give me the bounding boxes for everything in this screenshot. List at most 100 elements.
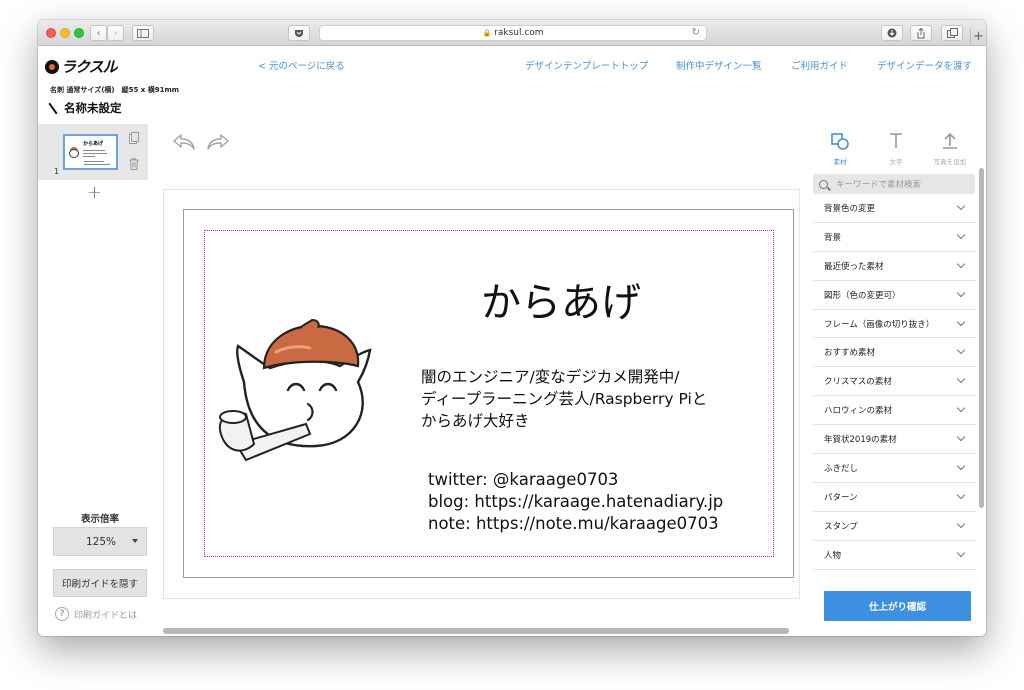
forward-nav-button[interactable]: › <box>107 25 124 41</box>
card-blog: blog: https://karaage.hatenadiary.jp <box>428 492 724 511</box>
nav-usage-guide[interactable]: ご利用ガイド <box>791 58 848 72</box>
pocket-icon <box>295 29 303 37</box>
downloads-button[interactable] <box>881 25 903 41</box>
category-label: フレーム（画像の切り抜き） <box>824 319 935 330</box>
pencil-icon <box>48 102 58 114</box>
horizontal-scrollbar[interactable] <box>163 628 789 634</box>
redo-icon[interactable] <box>206 132 230 152</box>
chevron-down-icon <box>956 230 966 240</box>
thumbnail-text-line <box>83 156 95 157</box>
thumbnail-text-line <box>84 164 110 165</box>
card-twitter: twitter: @karaage0703 <box>428 470 619 489</box>
new-tab-button[interactable]: + <box>970 28 986 46</box>
finish-preview-button[interactable]: 仕上がり確認 <box>824 591 971 621</box>
category-label: パターン <box>824 492 858 503</box>
tab-materials[interactable]: 素材 <box>813 128 867 166</box>
chevron-left-icon: ‹ <box>96 27 101 39</box>
reload-icon[interactable]: ↻ <box>692 27 700 38</box>
card-bio-line: 闇のエンジニア/変なデジカメ開発中/ <box>421 368 680 386</box>
category-item[interactable]: 図形（色の変更可） <box>813 281 976 310</box>
category-list: 背景色の変更 背景 最近使った素材 図形（色の変更可） フレーム（画像の切り抜き… <box>813 194 976 570</box>
design-title[interactable]: 名称未設定 <box>48 100 122 116</box>
thumbnail-text-line <box>83 150 105 151</box>
category-item[interactable]: 年賀状2019の素材 <box>813 425 976 455</box>
category-item[interactable]: 人物 <box>813 541 976 570</box>
tab-label: 写真を追加 <box>933 158 967 166</box>
delete-page-icon[interactable] <box>129 158 139 170</box>
close-window-button[interactable] <box>46 28 56 38</box>
download-icon <box>887 28 897 38</box>
nav-design-list[interactable]: 制作中デザイン一覧 <box>676 58 762 72</box>
chevron-down-icon <box>956 519 966 529</box>
caret-down-icon <box>132 539 138 543</box>
category-label: ハロウィンの素材 <box>824 406 893 417</box>
category-item[interactable]: おすすめ素材 <box>813 338 976 368</box>
chevron-down-icon <box>956 288 966 297</box>
category-item[interactable]: ハロウィンの素材 <box>813 396 976 426</box>
raksul-logo[interactable]: ラクスル <box>45 56 118 77</box>
category-item[interactable]: 最近使った素材 <box>813 252 976 281</box>
card-title-text[interactable]: からあげ <box>481 270 641 328</box>
page-thumbnail[interactable]: からあげ <box>63 134 118 170</box>
material-search-input[interactable]: キーワードで素材検索 <box>813 174 975 194</box>
tab-label: 文字 <box>889 158 903 166</box>
category-item[interactable]: ふきだし <box>813 454 976 483</box>
tab-text[interactable]: 文字 <box>869 128 923 166</box>
share-button[interactable] <box>910 25 932 41</box>
chevron-down-icon <box>956 259 966 269</box>
print-guide-help-link[interactable]: ? 印刷ガイドとは <box>55 607 137 621</box>
browser-window: ‹ › 🔒 raksul.com ↻ + ラクスル < 元のページに戻る デザイ… <box>38 20 986 636</box>
karaage-mascot-image[interactable] <box>214 316 394 466</box>
chevron-down-icon <box>956 461 966 471</box>
text-icon <box>890 133 902 148</box>
category-label: ふきだし <box>824 463 859 474</box>
category-label: 最近使った素材 <box>824 261 884 272</box>
search-icon <box>819 179 828 189</box>
duplicate-page-icon[interactable] <box>129 132 139 144</box>
category-item[interactable]: 背景色の変更 <box>813 194 976 223</box>
category-item[interactable]: 背景 <box>813 223 976 252</box>
category-label: スタンプ <box>824 521 858 532</box>
card-bio-line: からあげ大好き <box>421 412 530 430</box>
chevron-right-icon: › <box>113 27 118 39</box>
card-note: note: https://note.mu/karaage0703 <box>428 514 719 533</box>
back-to-previous-link[interactable]: < 元のページに戻る <box>258 58 345 72</box>
plus-icon: + <box>973 29 984 44</box>
zoom-window-button[interactable] <box>74 28 84 38</box>
page-number: 1 <box>54 167 60 176</box>
share-icon <box>917 27 925 38</box>
logo-text: ラクスル <box>61 58 118 76</box>
nav-template-top[interactable]: デザインテンプレートトップ <box>525 58 648 72</box>
category-item[interactable]: パターン <box>813 483 976 512</box>
address-bar[interactable]: 🔒 raksul.com ↻ <box>319 25 707 41</box>
asset-tabs: 素材 文字 写真を追加 <box>813 128 977 166</box>
undo-icon[interactable] <box>172 132 196 152</box>
design-title-text: 名称未設定 <box>64 101 122 115</box>
shapes-icon <box>831 133 849 150</box>
chevron-down-icon <box>956 548 966 557</box>
category-label: 背景 <box>824 232 842 243</box>
zoom-select[interactable]: 125% <box>53 527 147 556</box>
card-links[interactable]: twitter: @karaage0703 blog: https://kara… <box>428 469 723 535</box>
category-label: おすすめ素材 <box>824 348 876 359</box>
category-item[interactable]: スタンプ <box>813 512 976 541</box>
thumbnail-text-line <box>84 161 104 162</box>
question-icon: ? <box>55 607 69 621</box>
add-page-button[interactable]: + <box>87 182 102 203</box>
back-nav-button[interactable]: ‹ <box>90 25 107 41</box>
category-item[interactable]: フレーム（画像の切り抜き） <box>813 310 976 339</box>
zoom-value: 125% <box>86 535 117 548</box>
category-item[interactable]: クリスマスの素材 <box>813 367 976 397</box>
lock-icon: 🔒 <box>482 29 492 37</box>
minimize-window-button[interactable] <box>60 28 70 38</box>
category-label: 年賀状2019の素材 <box>824 435 897 446</box>
tabs-overview-button[interactable] <box>941 25 963 41</box>
pocket-button[interactable] <box>288 25 310 41</box>
card-bio[interactable]: 闇のエンジニア/変なデジカメ開発中/ ディープラーニング芸人/Raspberry… <box>421 366 707 432</box>
sidebar-toggle-button[interactable] <box>132 25 154 41</box>
hide-print-guide-button[interactable]: 印刷ガイドを隠す <box>53 569 147 597</box>
chevron-down-icon <box>956 346 966 355</box>
tab-add-photo[interactable]: 写真を追加 <box>923 128 977 166</box>
vertical-scrollbar[interactable] <box>979 168 984 508</box>
nav-submit-design[interactable]: デザインデータを渡す <box>877 58 972 72</box>
